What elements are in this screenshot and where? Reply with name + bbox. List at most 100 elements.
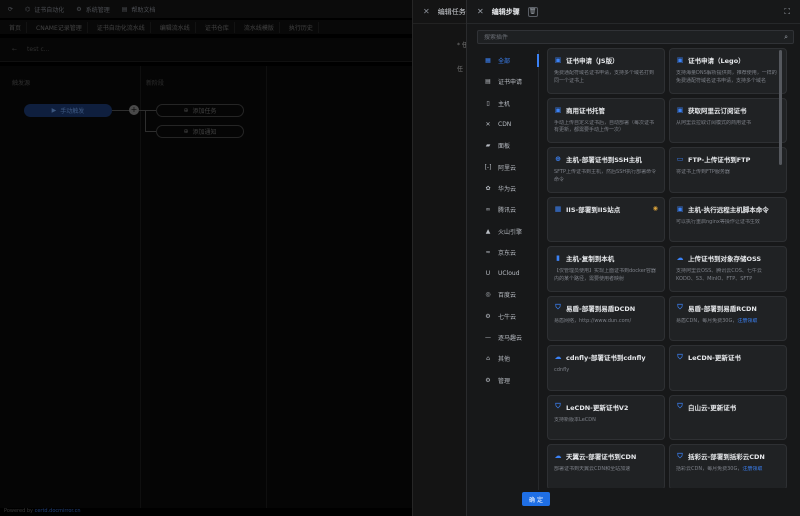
category-item[interactable]: ✿ 华为云 bbox=[477, 178, 538, 199]
plugin-card[interactable]: ☁ cdnfly-部署证书到cdnfly cdnfly bbox=[547, 345, 665, 391]
cdn-icon: ✕ bbox=[485, 121, 491, 129]
category-item[interactable]: ∞ 腾讯云 bbox=[477, 199, 538, 220]
plugin-desc-text: 【仅管理员使用】实现上面证书到docker容器内的某个路径，需要使用者映射 bbox=[554, 268, 656, 282]
plugin-title: 获取阿里云订阅证书 bbox=[688, 106, 747, 115]
plugin-title: 主机-执行远程主机脚本命令 bbox=[688, 205, 769, 214]
plugin-desc: 支持阿里云OSS、腾讯云COS、七牛云KODO、S3、MinIO、FTP、SFT… bbox=[676, 268, 780, 283]
category-label: 管理 bbox=[498, 377, 511, 385]
category-item[interactable]: — 逐马趣云 bbox=[477, 327, 538, 348]
category-item[interactable]: ⚙ 管理 bbox=[477, 369, 538, 390]
category-label: CDN bbox=[498, 121, 512, 129]
plugin-title: 主机-部署证书到SSH主机 bbox=[566, 156, 642, 164]
plugin-card-header: ⛉ 白山云-更新证书 bbox=[676, 402, 780, 412]
plugin-card[interactable]: ▣ 主机-执行远程主机脚本命令可以执行重启nginx等操作让证书生效 bbox=[669, 196, 787, 242]
qiniu-icon: ⚙ bbox=[485, 312, 491, 320]
plugin-desc-text: 手动上传自定义证书后，自动部署（每次证书有更新，都需要手动上传一次） bbox=[554, 119, 655, 134]
shield-icon: ⛉ bbox=[677, 303, 683, 311]
plugin-desc: 括彩云CDN，每月免费30G，注册领取 bbox=[676, 466, 780, 474]
category-item[interactable]: ≈ 京东云 bbox=[477, 242, 538, 263]
plugin-desc-text: 支持海量DNS解析提供商，推荐使用，一样的免费通配符域名证书申请，支持多个域名 bbox=[676, 70, 777, 84]
plugin-desc-text: 支持阿里云OSS、腾讯云COS、七牛云KODO、S3、MinIO、FTP、SFT… bbox=[676, 268, 762, 282]
plugin-title: LeCDN-更新证书V2 bbox=[566, 403, 629, 412]
category-item[interactable]: ⌂ 其他 bbox=[477, 348, 538, 369]
close-icon[interactable]: ✕ bbox=[477, 7, 484, 16]
plugin-desc-text: 部署证书到天翼云CDN和全站加速 bbox=[554, 466, 631, 472]
volcengine-icon: ▲ bbox=[485, 227, 491, 235]
iis-icon: ▦ bbox=[554, 204, 562, 213]
plugin-card[interactable]: ⊕ 主机-部署证书到SSH主机 SFTP上传证书到主机，然后SSH执行部署命令命令 bbox=[547, 147, 665, 193]
edit-step-drawer: ✕ 编辑步骤 🗑 ⛶ ⌕ ▦ 全部 ▤ 证书申请 ▯ 主机 ✕ CDN ▰ 面板 [-] 阿里云 ✿ 华为… bbox=[466, 0, 800, 516]
plugin-desc: 免费通配符域名证书申请，支持多个域名打到同一个证书上 bbox=[554, 70, 658, 85]
plugin-card[interactable]: ⛉ 括彩云-部署到括彩云CDN 括彩云CDN，每月免费30G，注册领取 bbox=[669, 444, 787, 488]
plugin-title: 证书申请（JS版） bbox=[566, 57, 619, 65]
plugin-desc-text: 免费通配符域名证书申请，支持多个域名打到同一个证书上 bbox=[554, 70, 655, 84]
plugin-desc: 支持新版本LeCDN bbox=[554, 417, 658, 425]
category-item[interactable]: ▲ 火山引擎 bbox=[477, 220, 538, 241]
plugin-card[interactable]: ▭ FTP-上传证书到FTP 将证书上传到FTP服务器 bbox=[669, 147, 787, 193]
plugin-card-header: ⛉ 括彩云-部署到括彩云CDN bbox=[676, 451, 780, 462]
close-icon[interactable]: ✕ bbox=[423, 7, 430, 16]
category-item[interactable]: ✕ CDN bbox=[477, 114, 538, 135]
plugin-title: 易盾-部署到易盾DCDN bbox=[566, 304, 636, 313]
script-icon: ▣ bbox=[676, 204, 684, 213]
plugin-card[interactable]: ▣ 商用证书托管手动上传自定义证书后，自动部署（每次证书有更新，都需要手动上传一次… bbox=[547, 97, 665, 143]
plugin-title: IIS-部署到IIS站点 bbox=[566, 205, 621, 214]
plugin-card[interactable]: ⛉ 白山云-更新证书 bbox=[669, 394, 787, 440]
category-label: 京东云 bbox=[498, 249, 517, 257]
panel-icon: ▰ bbox=[485, 142, 491, 150]
plugin-card[interactable]: ▣ 证书申请（Lego） 支持海量DNS解析提供商，推荐使用，一样的免费通配符域名证… bbox=[669, 48, 787, 94]
plugin-card[interactable]: ☁ 上传证书到对象存储OSS 支持阿里云OSS、腾讯云COS、七牛云KODO、S3、… bbox=[669, 246, 787, 292]
plugin-card[interactable]: ▣ 获取阿里云订阅证书 从阿里云拉取订阅模式的商用证书 bbox=[669, 97, 787, 143]
plugin-desc-text: SFTP上传证书到主机，然后SSH执行部署命令命令 bbox=[554, 169, 657, 183]
register-link[interactable]: 注册领取 bbox=[742, 466, 762, 472]
plugin-card[interactable]: ⛉ LeCDN-更新证书V2 支持新版本LeCDN bbox=[547, 394, 665, 440]
category-item[interactable]: [-] 阿里云 bbox=[477, 156, 538, 177]
plugin-title: 括彩云-部署到括彩云CDN bbox=[688, 453, 765, 461]
category-item[interactable]: ▯ 主机 bbox=[477, 93, 538, 114]
plugin-card[interactable]: ▮ 主机-复制到本机 【仅管理员使用】实现上面证书到docker容器内的某个路径，需… bbox=[547, 246, 665, 292]
plugin-card[interactable]: ⛉ LeCDN-更新证书 bbox=[669, 345, 787, 391]
plugin-search-input[interactable] bbox=[484, 33, 774, 41]
search-icon[interactable]: ⌕ bbox=[784, 33, 788, 42]
plugin-title: 主机-复制到本机 bbox=[566, 255, 615, 263]
plugin-grid: ▣ 证书申请（JS版） 免费通配符域名证书申请，支持多个域名打到同一个证书上 ▣ 证书申… bbox=[547, 48, 787, 488]
category-item[interactable]: ▦ 全部 bbox=[477, 50, 539, 71]
jdcloud-icon: ≈ bbox=[485, 248, 491, 256]
plugin-desc-text: 可以执行重启nginx等操作让证书生效 bbox=[676, 218, 760, 225]
plugin-title: FTP-上传证书到FTP bbox=[688, 156, 751, 164]
plugin-desc-text: 将证书上传到FTP服务器 bbox=[676, 169, 730, 175]
plugin-desc-text: 支持新版本LeCDN bbox=[554, 416, 596, 423]
register-link[interactable]: 注册领取 bbox=[737, 318, 757, 324]
delete-icon[interactable]: 🗑 bbox=[527, 6, 538, 17]
category-item[interactable]: ▤ 证书申请 bbox=[477, 71, 538, 92]
category-item[interactable]: U UCloud bbox=[477, 263, 538, 284]
plugin-desc: 从阿里云拉取订阅模式的商用证书 bbox=[676, 120, 780, 128]
category-item[interactable]: ▰ 面板 bbox=[477, 135, 538, 156]
plugin-card[interactable]: ⛉ 易盾-部署到易盾RCDN 易盾CDN，每月免费30G，注册领取 bbox=[669, 295, 787, 341]
ssh-icon: ⊕ bbox=[555, 155, 561, 163]
plugin-desc: 可以执行重启nginx等操作让证书生效 bbox=[676, 219, 780, 227]
plugin-card-header: ☁ 天翼云-部署证书到CDN bbox=[554, 451, 658, 461]
plugin-desc-text: 括彩云CDN，每月免费30G， bbox=[676, 466, 743, 472]
fullscreen-icon[interactable]: ⛶ bbox=[784, 7, 790, 17]
eye-icon[interactable]: ◉ bbox=[653, 205, 658, 212]
plugin-card-header: ⛉ 易盾-部署到易盾RCDN bbox=[676, 303, 780, 313]
category-label: 阿里云 bbox=[498, 164, 517, 172]
plugin-card-header: ⊕ 主机-部署证书到SSH主机 bbox=[554, 154, 658, 164]
category-item[interactable]: ⚙ 七牛云 bbox=[477, 306, 538, 327]
upyun-icon: — bbox=[485, 334, 491, 341]
plugin-desc-text: cdnfly bbox=[554, 367, 570, 373]
plugin-desc: 易盾网络，http://www.dun.com/ bbox=[554, 318, 658, 326]
plugin-card[interactable]: ☁ 天翼云-部署证书到CDN 部署证书到天翼云CDN和全站加速 bbox=[547, 444, 665, 488]
plugin-card[interactable]: ⛉ 易盾-部署到易盾DCDN 易盾网络，http://www.dun.com/ bbox=[547, 295, 665, 341]
plugin-card-header: ▣ 商用证书托管 bbox=[554, 105, 658, 115]
scrollbar-thumb[interactable] bbox=[779, 50, 782, 165]
category-label: 逐马趣云 bbox=[498, 335, 523, 342]
plugin-card[interactable]: ▦ IIS-部署到IIS站点 ◉ bbox=[547, 196, 665, 242]
shield-icon: ⛉ bbox=[677, 402, 683, 410]
category-item[interactable]: ◎ 百度云 bbox=[477, 284, 538, 305]
plugin-card[interactable]: ▣ 证书申请（JS版） 免费通配符域名证书申请，支持多个域名打到同一个证书上 bbox=[547, 48, 665, 94]
plugin-title: 天翼云-部署证书到CDN bbox=[566, 453, 637, 461]
plugin-desc-text: 从阿里云拉取订阅模式的商用证书 bbox=[676, 119, 752, 126]
confirm-button[interactable]: 确 定 bbox=[522, 492, 550, 506]
